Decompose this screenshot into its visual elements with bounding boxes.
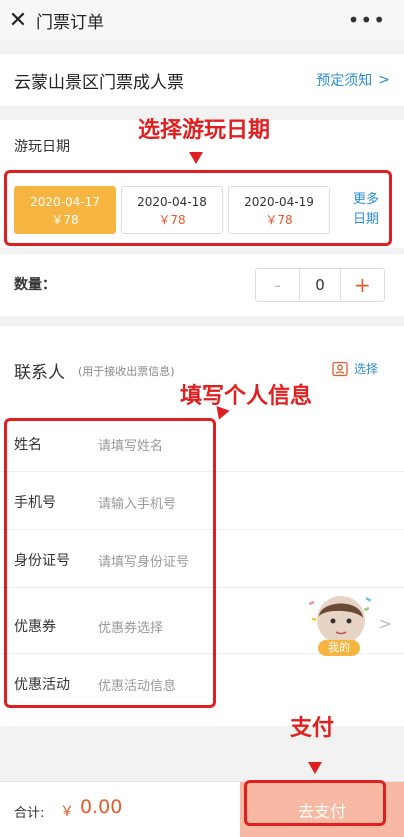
increment-button[interactable]: + <box>341 269 384 301</box>
product-header: 云蒙山景区门票成人票 预定须知 > <box>0 54 404 106</box>
choose-label: 选择 <box>354 362 379 376</box>
chevron-right-icon[interactable]: > <box>379 614 392 633</box>
quantity-label: 数量： <box>14 277 56 293</box>
title-bar: ✕ 门票订单 ••• <box>0 0 404 40</box>
close-icon[interactable]: ✕ <box>0 8 36 33</box>
info-annotation-box <box>4 418 216 708</box>
total-amount: 0.00 <box>80 796 123 818</box>
pay-annotation-text: 支付 <box>290 716 335 741</box>
contact-card-icon <box>332 361 348 376</box>
date-annotation-text: 选择游玩日期 <box>138 118 271 143</box>
more-dots-icon[interactable]: ••• <box>348 8 386 32</box>
date-label: 游玩日期 <box>14 139 70 155</box>
pay-annotation-box <box>244 780 386 826</box>
contact-subtitle: (用于接收出票信息) <box>78 365 175 378</box>
info-annotation-text: 填写个人信息 <box>180 384 313 409</box>
currency-symbol: ￥ <box>60 804 74 820</box>
choose-contact-button[interactable]: 选择 <box>332 360 378 377</box>
product-name: 云蒙山景区门票成人票 <box>14 72 184 93</box>
decrement-button[interactable]: - <box>256 269 299 301</box>
avatar-badge: 我的 <box>318 640 360 656</box>
arrow-down-icon <box>308 762 322 774</box>
contact-title: 联系人 <box>14 363 65 383</box>
page-title: 门票订单 <box>36 12 104 33</box>
arrow-down-icon <box>189 152 203 164</box>
date-annotation-box <box>4 170 392 246</box>
quantity-section: 数量： - 0 + <box>0 254 404 316</box>
quantity-stepper: - 0 + <box>255 268 385 302</box>
booking-notice-link[interactable]: 预定须知 <box>316 70 372 90</box>
chevron-right-icon[interactable]: > <box>378 72 390 88</box>
quantity-value[interactable]: 0 <box>299 269 341 301</box>
total-label: 合计: <box>14 806 45 821</box>
